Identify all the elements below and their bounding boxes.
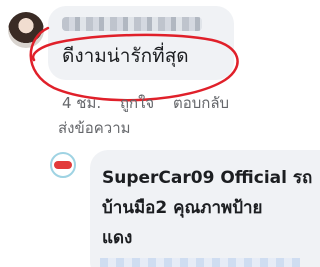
page-avatar[interactable] [50, 152, 76, 178]
commenter-name-blurred[interactable] [62, 17, 202, 31]
reply-text-line-3: แดง [102, 228, 133, 248]
comment-text: ดีงามน่ารักที่สุด [62, 45, 189, 67]
comment-timestamp[interactable]: 4 ชม. [62, 91, 101, 115]
reply-author-line[interactable]: SuperCar09 Official รถ [102, 166, 312, 190]
send-message-link[interactable]: ส่งข้อความ [58, 116, 131, 140]
commenter-avatar[interactable] [8, 12, 44, 48]
comment-thread: ดีงามน่ารักที่สุด 4 ชม. ถูกใจ ตอบกลับ ส่… [0, 0, 320, 267]
reply-link-blurred[interactable] [100, 258, 300, 267]
reply-link[interactable]: ตอบกลับ [173, 91, 229, 115]
car-logo-icon [54, 161, 72, 169]
comment-actions: 4 ชม. ถูกใจ ตอบกลับ [62, 91, 243, 115]
reply-text-line-2: บ้านมือ2 คุณภาพป้าย [102, 198, 263, 218]
like-link[interactable]: ถูกใจ [120, 91, 154, 115]
